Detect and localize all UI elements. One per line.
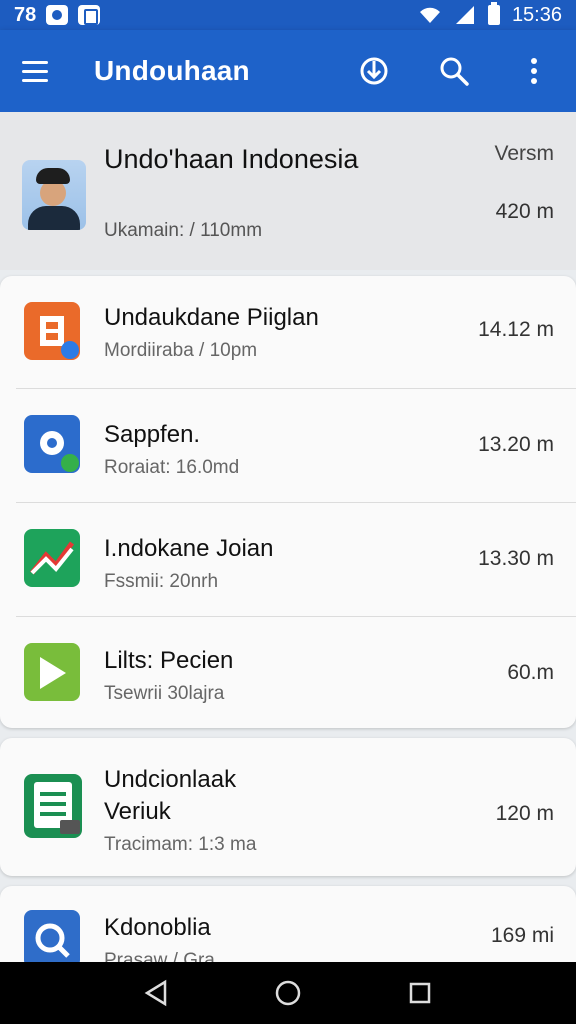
- home-icon[interactable]: [268, 973, 308, 1013]
- app-size: 169 mi: [490, 924, 554, 947]
- app-subtitle: Mordiiraba / 10pm: [104, 340, 258, 361]
- status-left-text: 78: [14, 3, 37, 26]
- list-item[interactable]: Undcionlaak Veriuk Tracimam: 1:3 ma 120 …: [0, 738, 576, 876]
- app-bar: Undouhaan: [0, 30, 576, 112]
- featured-app-avatar: [22, 160, 86, 230]
- status-time: 15:36: [511, 3, 562, 26]
- lock-notification-icon: [78, 5, 101, 25]
- featured-app-subtitle: Ukamain: / 110mm: [104, 220, 263, 241]
- app-name: Sappfen.: [104, 421, 201, 448]
- app-subtitle: Fssmii: 20nrh: [104, 571, 219, 592]
- featured-app-title: Undo'haan Indonesia: [104, 144, 359, 174]
- back-icon[interactable]: [136, 973, 176, 1013]
- wifi-icon: [419, 7, 440, 23]
- app-subtitle: Prasaw / Gra: [104, 950, 215, 962]
- version-label: Versm: [494, 142, 554, 165]
- camera-notification-icon: [46, 5, 69, 25]
- featured-app-header[interactable]: Undo'haan Indonesia Ukamain: / 110mm Ver…: [0, 112, 576, 270]
- menu-icon[interactable]: [22, 53, 58, 89]
- blue-gear-app-icon: [24, 415, 80, 473]
- app-size: 13.20 m: [478, 433, 554, 456]
- battery-icon: [487, 2, 500, 25]
- app-subtitle: Tracimam: 1:3 ma: [104, 834, 257, 855]
- doc-search-app-icon: [24, 910, 80, 962]
- list-item[interactable]: Lilts: Pecien Tsewrii 30lajra 60.m: [0, 617, 576, 728]
- app-name: I.ndokane Joian: [104, 535, 274, 562]
- featured-app-size: 420 m: [495, 200, 554, 223]
- app-size: 13.30 m: [478, 547, 554, 570]
- download-icon[interactable]: [354, 51, 394, 91]
- app-card-group: Undaukdane Piiglan Mordiiraba / 10pm 14.…: [0, 276, 576, 728]
- list-item[interactable]: I.ndokane Joian Fssmii: 20nrh 13.30 m: [0, 503, 576, 616]
- orange-b-app-icon: [24, 302, 80, 360]
- search-icon[interactable]: [434, 51, 474, 91]
- app-size: 14.12 m: [478, 318, 554, 341]
- app-subtitle: Roraiat: 16.0md: [104, 457, 240, 478]
- sheet-app-icon: [24, 774, 82, 838]
- app-card-group: Kdonoblia Prasaw / Gra 169 mi: [0, 886, 576, 962]
- status-bar: 78 15:36: [0, 0, 576, 30]
- more-options-icon[interactable]: [514, 51, 554, 91]
- app-name: Kdonoblia: [104, 914, 211, 941]
- app-card-group: Undcionlaak Veriuk Tracimam: 1:3 ma 120 …: [0, 738, 576, 876]
- list-item[interactable]: Undaukdane Piiglan Mordiiraba / 10pm 14.…: [0, 276, 576, 388]
- app-name: Lilts: Pecien: [104, 647, 234, 674]
- app-list: Undo'haan Indonesia Ukamain: / 110mm Ver…: [0, 112, 576, 962]
- app-name: Undcionlaak Veriuk: [104, 766, 237, 825]
- list-item[interactable]: Kdonoblia Prasaw / Gra 169 mi: [0, 886, 576, 962]
- list-item[interactable]: Sappfen. Roraiat: 16.0md 13.20 m: [0, 389, 576, 502]
- app-subtitle: Tsewrii 30lajra: [104, 683, 225, 704]
- green-chart-app-icon: [24, 529, 80, 587]
- recents-icon[interactable]: [400, 973, 440, 1013]
- system-nav-bar: [0, 962, 576, 1024]
- app-size: 120 m: [495, 802, 554, 825]
- app-size: 60.m: [507, 661, 554, 684]
- app-name: Undaukdane Piiglan: [104, 304, 319, 331]
- page-title: Undouhaan: [94, 55, 250, 86]
- lime-play-app-icon: [24, 643, 80, 701]
- signal-icon: [455, 6, 474, 24]
